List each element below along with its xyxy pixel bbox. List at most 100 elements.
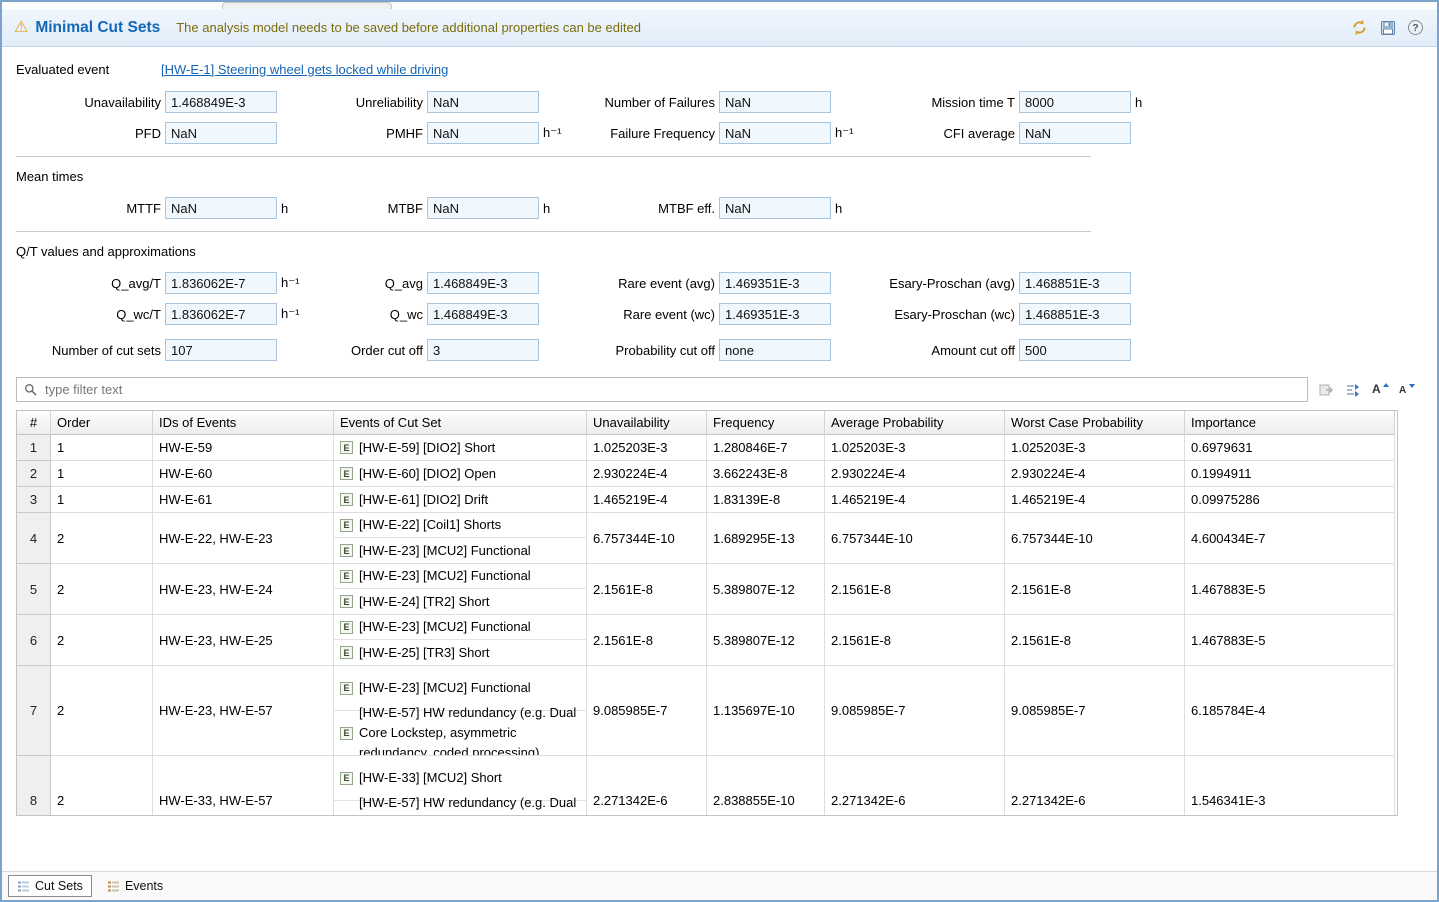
events-of-cut-set-cell: E[HW-E-22] [Coil1] ShortsE[HW-E-23] [MCU…: [334, 513, 587, 564]
events-of-cut-set-cell: E[HW-E-23] [MCU2] FunctionalE[HW-E-25] […: [334, 615, 587, 666]
average-probability-cell: 6.757344E-10: [825, 513, 1005, 564]
order-cell: 1: [51, 487, 153, 513]
evaluated-event-row: Evaluated event [HW-E-1] Steering wheel …: [16, 59, 1423, 79]
question-mark-glyph: ?: [1408, 20, 1423, 35]
event-entry[interactable]: E[HW-E-59] [DIO2] Short: [334, 435, 586, 460]
export-icon[interactable]: [1316, 380, 1335, 399]
esary-proschan-wc-label: Esary-Proschan (wc): [873, 307, 1015, 322]
column-header-worst-case-probability[interactable]: Worst Case Probability: [1005, 411, 1185, 435]
evaluated-event-link[interactable]: [HW-E-1] Steering wheel gets locked whil…: [161, 62, 448, 77]
q-wc-t-field[interactable]: [165, 303, 277, 325]
mttf-field[interactable]: [165, 197, 277, 219]
mtbf-eff-field[interactable]: [719, 197, 831, 219]
save-icon[interactable]: [1378, 18, 1397, 37]
unavailability-field[interactable]: [165, 91, 277, 113]
events-of-cut-set-cell: E[HW-E-59] [DIO2] Short: [334, 435, 587, 461]
cut-set-row[interactable]: 11HW-E-59E[HW-E-59] [DIO2] Short1.025203…: [17, 435, 1397, 461]
results-form: Evaluated event [HW-E-1] Steering wheel …: [2, 47, 1437, 361]
q-wc-field[interactable]: [427, 303, 539, 325]
rare-event-wc-field[interactable]: [719, 303, 831, 325]
cfi-average-field[interactable]: [1019, 122, 1131, 144]
worst-case-probability-cell: 6.757344E-10: [1005, 513, 1185, 564]
rare-event-avg-field[interactable]: [719, 272, 831, 294]
unavailability-cell: 1.025203E-3: [587, 435, 707, 461]
column-header-frequency[interactable]: Frequency: [707, 411, 825, 435]
column-header-ids-of-events[interactable]: IDs of Events: [153, 411, 334, 435]
ids-of-events-cell: HW-E-60: [153, 461, 334, 487]
esary-proschan-avg-field[interactable]: [1019, 272, 1131, 294]
importance-cell: 6.185784E-4: [1185, 666, 1395, 756]
order-cut-off-field[interactable]: [427, 339, 539, 361]
worst-case-probability-cell: 2.1561E-8: [1005, 615, 1185, 666]
cut-set-row[interactable]: 82HW-E-33, HW-E-57E[HW-E-33] [MCU2] Shor…: [17, 756, 1397, 816]
section-divider: [16, 156, 1091, 157]
failure-frequency-field[interactable]: [719, 122, 831, 144]
pmhf-field[interactable]: [427, 122, 539, 144]
font-increase-icon[interactable]: A: [1370, 380, 1389, 399]
event-entry[interactable]: E[HW-E-22] [Coil1] Shorts: [334, 513, 586, 538]
bottom-tab-bar: Cut Sets Events: [2, 871, 1437, 900]
q-avg-t-field[interactable]: [165, 272, 277, 294]
order-cell: 1: [51, 435, 153, 461]
column-header-order[interactable]: Order: [51, 411, 153, 435]
font-decrease-icon[interactable]: A: [1397, 380, 1416, 399]
row-number-cell: 2: [17, 461, 51, 487]
importance-cell: 1.467883E-5: [1185, 615, 1395, 666]
event-entry[interactable]: E[HW-E-24] [TR2] Short: [334, 589, 586, 614]
probability-cut-off-field[interactable]: [719, 339, 831, 361]
average-probability-cell: 2.1561E-8: [825, 564, 1005, 615]
column-header-average-probability[interactable]: Average Probability: [825, 411, 1005, 435]
header-warning-message: The analysis model needs to be saved bef…: [176, 20, 641, 35]
cut-set-row[interactable]: 72HW-E-23, HW-E-57E[HW-E-23] [MCU2] Func…: [17, 666, 1397, 756]
order-cut-off-label: Order cut off: [315, 343, 423, 358]
number-of-failures-field[interactable]: [719, 91, 831, 113]
unit-label: h⁻¹: [281, 275, 311, 291]
event-icon: E: [340, 467, 353, 480]
amount-cut-off-field[interactable]: [1019, 339, 1131, 361]
average-probability-cell: 2.930224E-4: [825, 461, 1005, 487]
column-header-unavailability[interactable]: Unavailability: [587, 411, 707, 435]
rare-event-avg-label: Rare event (avg): [581, 276, 715, 291]
column-header-num[interactable]: #: [17, 411, 51, 435]
frequency-cell: 1.135697E-10: [707, 666, 825, 756]
tab-cut-sets[interactable]: Cut Sets: [8, 875, 92, 897]
event-entry[interactable]: E[HW-E-23] [MCU2] Functional: [334, 615, 586, 640]
cut-set-row[interactable]: 21HW-E-60E[HW-E-60] [DIO2] Open2.930224E…: [17, 461, 1397, 487]
event-entry[interactable]: E[HW-E-25] [TR3] Short: [334, 640, 586, 665]
event-entry[interactable]: E[HW-E-23] [MCU2] Functional: [334, 564, 586, 589]
reorder-columns-icon[interactable]: [1343, 380, 1362, 399]
tab-events[interactable]: Events: [98, 875, 172, 897]
event-entry[interactable]: E[HW-E-23] [MCU2] Functional: [334, 538, 586, 563]
recalculate-icon[interactable]: [1350, 18, 1369, 37]
event-entry[interactable]: E[HW-E-57] HW redundancy (e.g. Dual Core…: [334, 801, 586, 816]
column-header-events-of-cut-set[interactable]: Events of Cut Set: [334, 411, 587, 435]
help-icon[interactable]: ?: [1406, 18, 1425, 37]
q-avg-label: Q_avg: [315, 276, 423, 291]
event-entry[interactable]: E[HW-E-60] [DIO2] Open: [334, 461, 586, 486]
q-avg-field[interactable]: [427, 272, 539, 294]
event-label: [HW-E-23] [MCU2] Functional: [359, 678, 531, 698]
frequency-cell: 5.389807E-12: [707, 564, 825, 615]
cut-set-row[interactable]: 31HW-E-61E[HW-E-61] [DIO2] Drift1.465219…: [17, 487, 1397, 513]
mtbf-field[interactable]: [427, 197, 539, 219]
cut-set-row[interactable]: 62HW-E-23, HW-E-25E[HW-E-23] [MCU2] Func…: [17, 615, 1397, 666]
filter-input[interactable]: [43, 381, 1300, 398]
row-number-cell: 6: [17, 615, 51, 666]
number-of-cut-sets-field[interactable]: [165, 339, 277, 361]
pfd-field[interactable]: [165, 122, 277, 144]
cut-set-row[interactable]: 42HW-E-22, HW-E-23E[HW-E-22] [Coil1] Sho…: [17, 513, 1397, 564]
event-entry[interactable]: E[HW-E-61] [DIO2] Drift: [334, 487, 586, 512]
importance-cell: 0.09975286: [1185, 487, 1395, 513]
events-of-cut-set-cell: E[HW-E-23] [MCU2] FunctionalE[HW-E-24] […: [334, 564, 587, 615]
event-label: [HW-E-23] [MCU2] Functional: [359, 617, 531, 637]
mission-time-t-field[interactable]: [1019, 91, 1131, 113]
event-entry[interactable]: E[HW-E-57] HW redundancy (e.g. Dual Core…: [334, 711, 586, 755]
unreliability-field[interactable]: [427, 91, 539, 113]
column-header-importance[interactable]: Importance: [1185, 411, 1395, 435]
cut-set-row[interactable]: 52HW-E-23, HW-E-24E[HW-E-23] [MCU2] Func…: [17, 564, 1397, 615]
q-wc-t-label: Q_wc/T: [16, 307, 161, 322]
esary-proschan-wc-field[interactable]: [1019, 303, 1131, 325]
event-label: [HW-E-23] [MCU2] Functional: [359, 541, 531, 561]
events-of-cut-set-cell: E[HW-E-33] [MCU2] ShortE[HW-E-57] HW red…: [334, 756, 587, 816]
amount-cut-off-label: Amount cut off: [873, 343, 1015, 358]
